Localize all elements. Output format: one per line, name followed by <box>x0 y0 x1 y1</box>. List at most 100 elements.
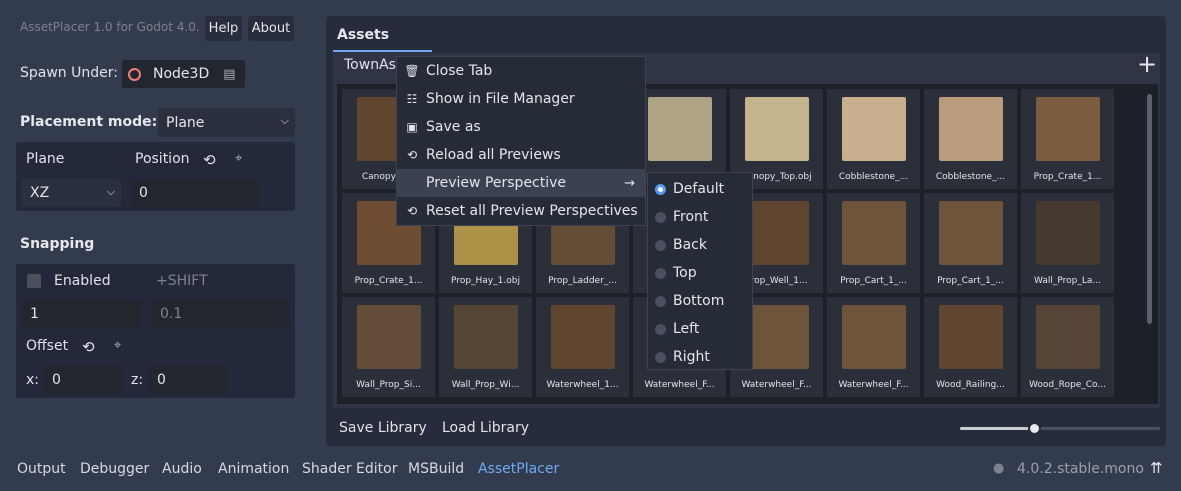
offset-label: Offset <box>26 338 69 354</box>
asset-thumbnail <box>647 97 712 161</box>
plane-axis-select[interactable]: XZ ⌵ <box>22 179 121 207</box>
reload-icon: ⟲ <box>406 148 418 162</box>
load-library-button[interactable]: Load Library <box>442 420 529 436</box>
bottom-tab[interactable]: AssetPlacer <box>478 461 559 477</box>
context-menu-item-label: Reload all Previews <box>426 147 561 163</box>
slider-knob[interactable] <box>1028 422 1041 435</box>
asset-tile-label: Prop_Crate_1... <box>354 276 423 286</box>
add-library-icon[interactable]: + <box>1137 52 1157 76</box>
asset-tile[interactable]: Wall_Prop_La... <box>1021 193 1114 293</box>
bottom-tab[interactable]: Shader Editor <box>302 461 397 477</box>
radio-icon <box>655 295 666 307</box>
asset-tile-label: Wall_Prop_La... <box>1034 276 1101 286</box>
asset-tile-label: Prop_Hay_1.obj <box>451 276 520 286</box>
asset-thumbnail <box>841 201 906 265</box>
chevron-down-icon: ⌵ <box>280 114 289 127</box>
asset-tile-label: Prop_Cart_1_... <box>937 276 1004 286</box>
asset-tile-label: Cobblestone_... <box>838 172 909 182</box>
perspective-option-label: Front <box>673 209 709 225</box>
bottom-tab[interactable]: Animation <box>218 461 289 477</box>
save-library-button[interactable]: Save Library <box>339 420 427 436</box>
perspective-option[interactable]: Default <box>648 175 752 203</box>
reset-position-icon[interactable]: ⟲ <box>203 151 216 169</box>
thumbnail-size-slider[interactable] <box>960 422 1160 435</box>
spawn-node-name: Node3D <box>153 66 210 82</box>
save-icon: ▣ <box>406 120 418 134</box>
asset-tile[interactable]: Waterwheel_1... <box>536 297 629 397</box>
radio-icon <box>655 351 666 363</box>
radio-icon <box>655 183 666 195</box>
asset-tile-label: Cobblestone_... <box>935 172 1006 182</box>
asset-tile[interactable]: Prop_Cart_1_... <box>827 193 920 293</box>
asset-thumbnail <box>453 305 518 369</box>
context-menu-item-label: Close Tab <box>426 63 493 79</box>
reset-icon: ⟲ <box>406 204 418 218</box>
context-menu-item-label: Reset all Preview Perspectives <box>426 203 638 219</box>
bottom-tab[interactable]: MSBuild <box>408 461 464 477</box>
bottom-tab[interactable]: Debugger <box>80 461 149 477</box>
asset-grid-scrollbar[interactable] <box>1147 94 1152 324</box>
bottom-tab[interactable]: Output <box>17 461 66 477</box>
menu-spacer <box>405 176 419 190</box>
crosshair-icon[interactable]: ⌖ <box>235 151 242 166</box>
reset-offset-icon[interactable]: ⟲ <box>82 338 95 356</box>
asset-tile-label: Wood_Rope_Co... <box>1029 380 1106 390</box>
asset-tile[interactable]: Cobblestone_... <box>827 89 920 189</box>
help-button[interactable]: Help <box>205 16 242 41</box>
asset-tile-label: Prop_Ladder_... <box>548 276 617 286</box>
bottom-tab[interactable]: Audio <box>162 461 202 477</box>
position-label: Position <box>135 151 190 167</box>
offset-x-input[interactable]: 0 <box>44 366 122 394</box>
perspective-submenu: Default Front Back Top Bottom Left Right <box>647 172 753 370</box>
context-menu-item[interactable]: Preview Perspective → <box>397 169 645 197</box>
perspective-option[interactable]: Bottom <box>648 287 752 315</box>
spawn-under-field[interactable]: Node3D ▤ <box>122 60 245 88</box>
asset-tile[interactable]: Cobblestone_... <box>924 89 1017 189</box>
plane-label: Plane <box>26 151 65 167</box>
placement-mode-select[interactable]: Plane ⌵ <box>158 108 295 137</box>
perspective-option[interactable]: Top <box>648 259 752 287</box>
snap-shift-step-input[interactable]: 0.1 <box>152 300 289 328</box>
file-manager-icon: ☷ <box>406 92 418 106</box>
asset-tile[interactable]: Wall_Prop_Wi... <box>439 297 532 397</box>
context-menu-item[interactable]: 🗑 Close Tab <box>397 57 645 85</box>
perspective-option-label: Back <box>673 237 707 253</box>
context-menu-item[interactable]: ▣ Save as <box>397 113 645 141</box>
asset-tile[interactable]: Wood_Rope_Co... <box>1021 297 1114 397</box>
slider-fill <box>960 427 1034 430</box>
asset-tile[interactable]: Prop_Crate_1... <box>1021 89 1114 189</box>
node-picker-icon[interactable]: ▤ <box>223 67 235 82</box>
asset-tile[interactable]: Wood_Railing... <box>924 297 1017 397</box>
snapping-enabled-checkbox[interactable] <box>27 274 41 288</box>
crosshair-icon[interactable]: ⌖ <box>114 338 121 353</box>
context-menu-item[interactable]: ⟲ Reset all Preview Perspectives <box>397 197 645 225</box>
asset-thumbnail <box>1035 97 1100 161</box>
library-tab[interactable]: TownAss <box>344 57 403 73</box>
asset-tile[interactable]: Prop_Cart_1_... <box>924 193 1017 293</box>
collapse-panel-icon[interactable]: ⇈ <box>1150 459 1163 477</box>
plane-position-input[interactable]: 0 <box>131 179 257 207</box>
context-menu-item[interactable]: ⟲ Reload all Previews <box>397 141 645 169</box>
about-button[interactable]: About <box>248 16 294 41</box>
perspective-option[interactable]: Left <box>648 315 752 343</box>
perspective-option[interactable]: Right <box>648 343 752 371</box>
perspective-option-label: Bottom <box>673 293 725 309</box>
asset-thumbnail <box>744 97 809 161</box>
offset-z-input[interactable]: 0 <box>149 366 225 394</box>
asset-tile-label: Waterwheel_F... <box>741 380 812 390</box>
context-menu-item[interactable]: ☷ Show in File Manager <box>397 85 645 113</box>
perspective-option[interactable]: Front <box>648 203 752 231</box>
asset-tile[interactable]: Waterwheel_F... <box>827 297 920 397</box>
trash-icon: 🗑 <box>404 64 420 78</box>
godot-head-icon: ● <box>993 461 1005 476</box>
assets-title: Assets <box>337 27 390 43</box>
asset-thumbnail <box>550 305 615 369</box>
chevron-down-icon: ⌵ <box>106 185 115 198</box>
placement-mode-label: Placement mode: <box>20 114 158 130</box>
snap-step-input[interactable]: 1 <box>22 300 142 328</box>
offset-z-label: z: <box>131 372 144 388</box>
asset-tile[interactable]: Wall_Prop_Si... <box>342 297 435 397</box>
perspective-option-label: Left <box>673 321 700 337</box>
perspective-option[interactable]: Back <box>648 231 752 259</box>
asset-tile-label: Wood_Railing... <box>936 380 1005 390</box>
